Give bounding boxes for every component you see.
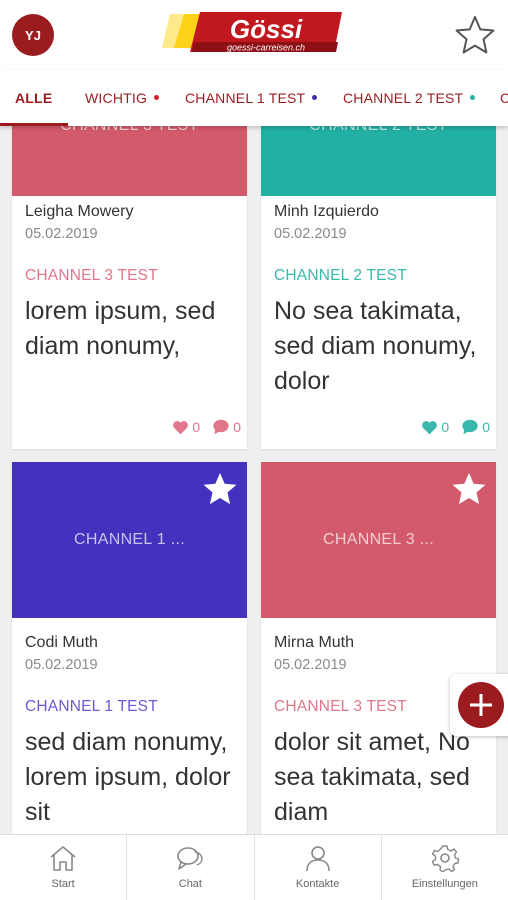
comment-button[interactable]: 0 — [461, 419, 490, 435]
tab-channel-2-test[interactable]: CHANNEL 2 TEST — [343, 70, 476, 126]
app-screen: YJ Gössi goessi-carreisen.ch ALLE WICHTI… — [0, 0, 508, 900]
post-feed[interactable]: CHANNEL 3 TEST Leigha Mowery 05.02.2019 … — [0, 126, 508, 834]
comment-button[interactable]: 0 — [212, 419, 241, 435]
post-author: Minh Izquierdo — [274, 203, 379, 220]
post-channel: CHANNEL 2 TEST — [274, 267, 407, 284]
tab-alle[interactable]: ALLE — [15, 70, 52, 126]
add-post-fab-container — [450, 674, 508, 736]
tab-wichtig[interactable]: WICHTIG — [85, 70, 160, 126]
heart-icon — [422, 420, 438, 434]
chat-icon — [177, 847, 204, 870]
post-date: 05.02.2019 — [25, 657, 98, 673]
post-author: Mirna Muth — [274, 634, 355, 651]
post-date: 05.02.2019 — [274, 226, 347, 242]
active-tab-underline — [0, 123, 68, 126]
post-channel: CHANNEL 3 TEST — [25, 267, 158, 284]
post-stats: 0 0 — [160, 419, 241, 435]
heart-icon — [173, 420, 189, 434]
post-text: sed diam nonumy, lorem ipsum, dolor sit — [25, 728, 231, 826]
speech-bubble-icon — [462, 419, 478, 435]
tab-indicator-dot — [312, 94, 318, 100]
banner-label: CHANNEL 3 ... — [323, 531, 434, 548]
tab-indicator-dot — [154, 94, 160, 100]
post-card[interactable]: CHANNEL 2 TEST Minh Izquierdo 05.02.2019… — [261, 126, 496, 449]
home-icon — [50, 846, 76, 871]
speech-bubble-icon — [213, 419, 229, 435]
post-author: Leigha Mowery — [25, 203, 134, 220]
nav-kontakte[interactable]: Kontakte — [255, 835, 382, 900]
like-count: 0 — [192, 419, 201, 435]
post-banner: CHANNEL 3 TEST — [12, 126, 247, 196]
tab-indicator-dot — [470, 94, 476, 100]
like-button[interactable]: 0 — [421, 419, 449, 435]
post-channel: CHANNEL 3 TEST — [274, 698, 407, 715]
comment-count: 0 — [482, 419, 490, 435]
post-card[interactable]: CHANNEL 3 ... Mirna Muth 05.02.2019 CHAN… — [261, 462, 496, 834]
star-outline-icon — [455, 16, 495, 54]
bottom-navigation: Start Chat Kontakte Einstellungen — [0, 834, 508, 900]
plus-icon — [470, 694, 492, 716]
tab-label: C — [500, 90, 508, 106]
brand-logo: Gössi goessi-carreisen.ch — [162, 8, 344, 58]
nav-label: Start — [51, 878, 75, 890]
banner-label: CHANNEL 1 ... — [74, 531, 185, 548]
tab-label: CHANNEL 2 TEST — [343, 90, 464, 106]
person-icon — [305, 846, 330, 872]
tab-label: CHANNEL 1 TEST — [185, 90, 306, 106]
comment-count: 0 — [233, 419, 241, 435]
nav-label: Kontakte — [295, 878, 340, 890]
nav-label: Einstellungen — [411, 878, 478, 890]
post-banner: CHANNEL 2 TEST — [261, 126, 496, 196]
post-stats: 0 0 — [409, 419, 490, 435]
nav-label: Chat — [178, 878, 202, 890]
favorites-star-button[interactable] — [453, 13, 497, 57]
nav-start[interactable]: Start — [0, 835, 128, 900]
like-count: 0 — [441, 419, 450, 435]
logo-tagline: goessi-carreisen.ch — [227, 43, 305, 53]
like-button[interactable]: 0 — [172, 419, 200, 435]
banner-label: CHANNEL 3 TEST — [60, 126, 198, 135]
gear-icon — [431, 845, 460, 872]
nav-einstellungen[interactable]: Einstellungen — [382, 835, 508, 900]
nav-chat[interactable]: Chat — [127, 835, 255, 900]
add-post-button[interactable] — [458, 682, 504, 728]
post-card[interactable]: CHANNEL 1 ... Codi Muth 05.02.2019 CHANN… — [12, 462, 247, 834]
post-channel: CHANNEL 1 TEST — [25, 698, 158, 715]
app-header: YJ Gössi goessi-carreisen.ch — [0, 0, 508, 70]
tab-label: ALLE — [15, 90, 53, 106]
tab-overflow-partial[interactable]: C — [500, 70, 508, 126]
post-author: Codi Muth — [25, 634, 98, 651]
tab-channel-1-test[interactable]: CHANNEL 1 TEST — [185, 70, 318, 126]
logo-wordmark: Gössi — [230, 14, 303, 44]
post-date: 05.02.2019 — [25, 226, 98, 242]
channel-tab-bar: ALLE WICHTIG CHANNEL 1 TEST CHANNEL 2 TE… — [0, 70, 508, 126]
tab-label: WICHTIG — [85, 90, 148, 106]
star-favorite-icon[interactable] — [201, 470, 239, 508]
post-text: dolor sit amet, No sea takimata, sed dia… — [274, 728, 470, 826]
banner-label: CHANNEL 2 TEST — [309, 126, 447, 135]
post-text: No sea takimata, sed diam nonumy, dolor — [274, 297, 477, 395]
star-favorite-icon[interactable] — [450, 470, 488, 508]
post-text: lorem ipsum, sed diam nonumy, — [25, 297, 216, 360]
user-avatar[interactable]: YJ — [12, 14, 54, 56]
post-date: 05.02.2019 — [274, 657, 347, 673]
post-card[interactable]: CHANNEL 3 TEST Leigha Mowery 05.02.2019 … — [12, 126, 247, 449]
